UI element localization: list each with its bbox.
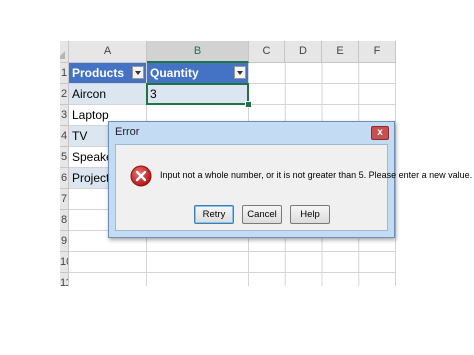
help-button[interactable]: Help	[290, 205, 330, 224]
row-header-8[interactable]: 8	[60, 210, 69, 231]
filter-dropdown-icon[interactable]	[132, 66, 144, 79]
select-all-corner[interactable]	[60, 41, 69, 63]
header-products-label: Products	[72, 66, 125, 80]
error-icon	[130, 165, 152, 187]
header-quantity-label: Quantity	[150, 66, 199, 80]
error-message: Input not a whole number, or it is not g…	[160, 170, 473, 180]
active-cell-border	[146, 83, 249, 105]
help-label: Help	[300, 209, 320, 220]
error-dialog: Error x Input not a whole number, or it …	[108, 121, 472, 238]
dialog-body: Input not a whole number, or it is not g…	[115, 144, 472, 231]
row-header-3[interactable]: 3	[60, 105, 69, 126]
row-header-5[interactable]: 5	[60, 147, 69, 168]
column-header-e[interactable]: E	[322, 41, 359, 63]
close-icon: x	[377, 127, 383, 138]
row-header-6[interactable]: 6	[60, 168, 69, 189]
row-header-4[interactable]: 4	[60, 126, 69, 147]
row-header-1[interactable]: 1	[60, 63, 69, 84]
row-header-9[interactable]: 9	[60, 231, 69, 252]
row-header-10[interactable]: 10	[60, 252, 69, 273]
cancel-button[interactable]: Cancel	[242, 205, 282, 224]
retry-button[interactable]: Retry	[194, 205, 234, 224]
column-header-a[interactable]: A	[69, 41, 147, 63]
header-cell-products[interactable]: Products	[69, 63, 147, 84]
filter-dropdown-icon[interactable]	[234, 66, 246, 79]
cell-a2[interactable]: Aircon	[69, 84, 147, 105]
fill-handle[interactable]	[245, 101, 252, 108]
row-header-2[interactable]: 2	[60, 84, 69, 105]
row-header-7[interactable]: 7	[60, 189, 69, 210]
column-header-f[interactable]: F	[359, 41, 396, 63]
column-header-c[interactable]: C	[249, 41, 285, 63]
close-button[interactable]: x	[371, 126, 389, 140]
retry-label: Retry	[202, 209, 226, 220]
corner-triangle-icon	[60, 51, 65, 59]
column-header-b[interactable]: B	[147, 41, 249, 63]
dialog-title: Error	[115, 126, 140, 138]
cancel-label: Cancel	[247, 209, 277, 220]
row-header-11[interactable]: 11	[60, 273, 69, 286]
column-header-d[interactable]: D	[285, 41, 322, 63]
header-cell-quantity[interactable]: Quantity	[147, 63, 249, 84]
